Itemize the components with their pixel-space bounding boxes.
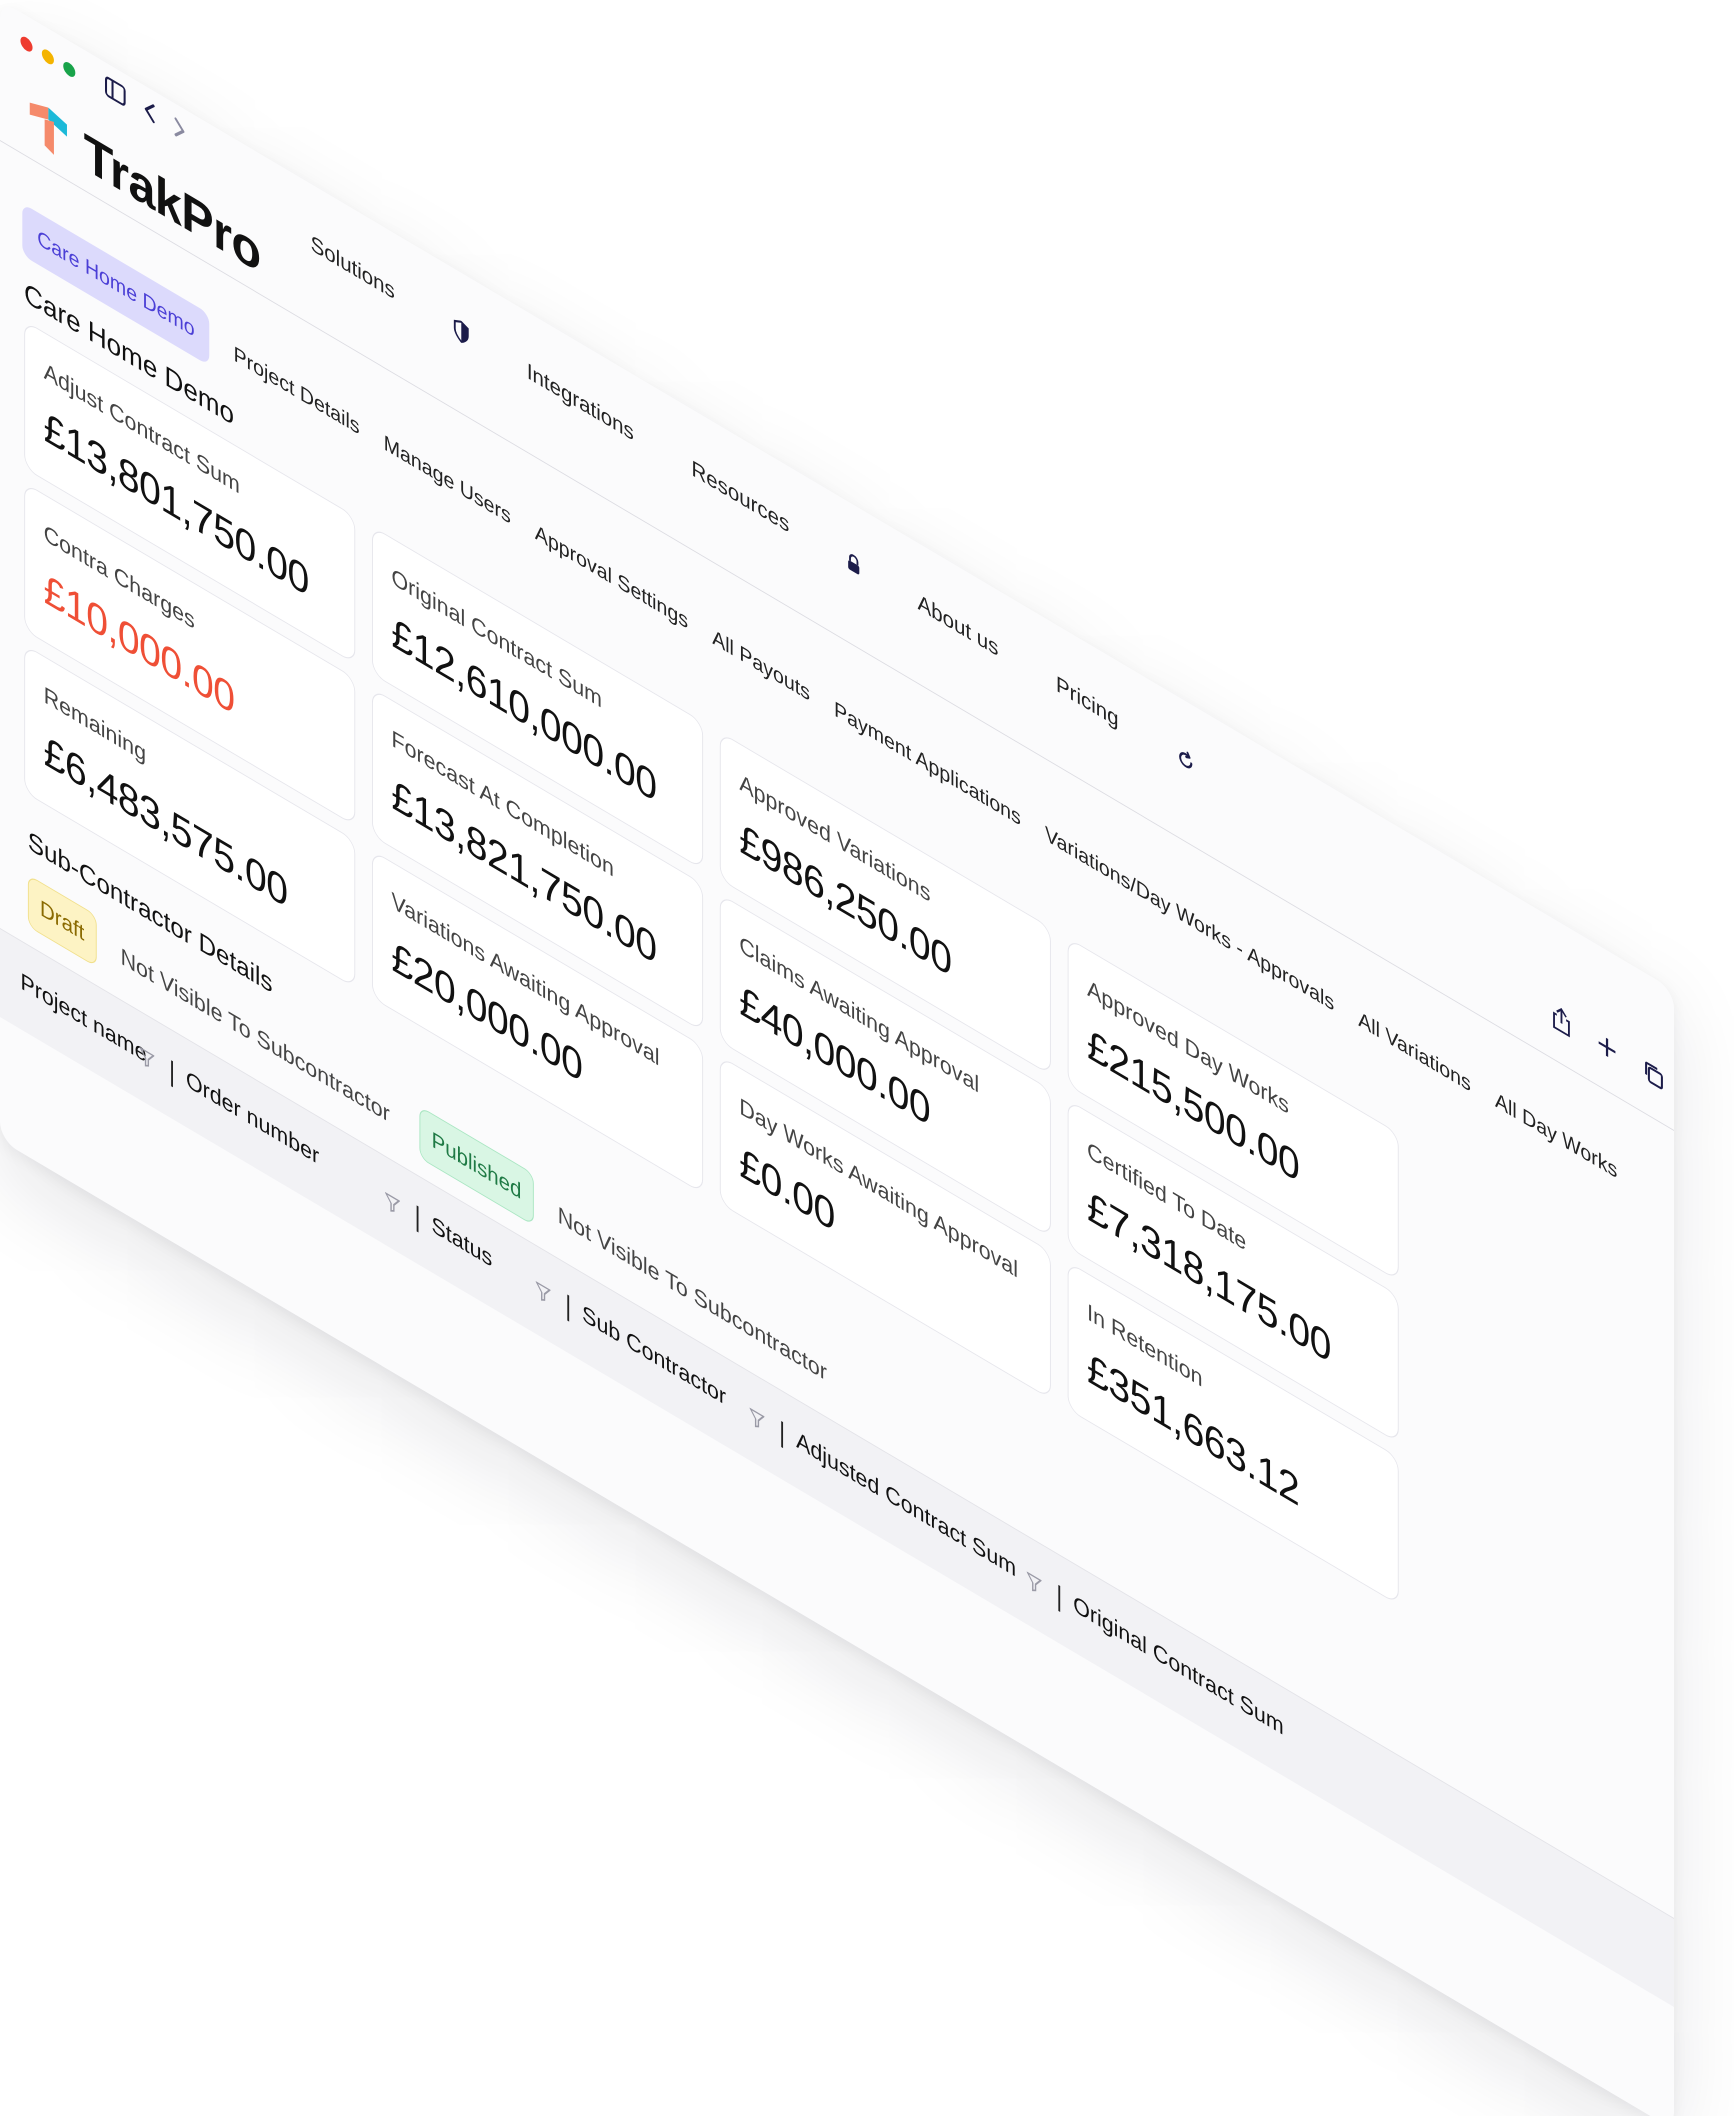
back-icon[interactable] xyxy=(143,97,156,127)
tab-all-day-works[interactable]: All Day Works xyxy=(1495,1088,1617,1184)
filter-icon[interactable] xyxy=(385,1191,400,1218)
column-original-contract-sum[interactable]: Original Contract Sum xyxy=(1073,1590,1283,1741)
column-divider[interactable] xyxy=(781,1421,784,1449)
column-controls xyxy=(535,1276,570,1322)
refresh-icon[interactable] xyxy=(1176,745,1195,776)
nav-integrations[interactable]: Integrations xyxy=(527,358,634,447)
column-controls xyxy=(749,1402,784,1449)
tab-manage-users[interactable]: Manage Users xyxy=(384,431,511,530)
nav-about-us[interactable]: About us xyxy=(918,589,999,663)
filter-icon[interactable] xyxy=(535,1280,551,1307)
minimize-window-button[interactable] xyxy=(41,46,54,67)
filter-icon[interactable] xyxy=(749,1406,765,1433)
sidebar-toggle-icon[interactable] xyxy=(104,74,126,109)
plus-icon[interactable] xyxy=(1596,1029,1618,1066)
copy-icon[interactable] xyxy=(1642,1056,1664,1093)
browser-nav xyxy=(104,74,186,144)
forward-icon[interactable] xyxy=(173,114,186,144)
tab-project-details[interactable]: Project Details xyxy=(234,342,360,440)
tab-all-variations[interactable]: All Variations xyxy=(1358,1007,1471,1098)
toolbar-right xyxy=(1551,1001,1664,1094)
column-status[interactable]: Status xyxy=(432,1210,493,1273)
nav-pricing[interactable]: Pricing xyxy=(1056,671,1119,734)
column-controls xyxy=(1026,1566,1061,1612)
tab-approval-settings[interactable]: Approval Settings xyxy=(535,520,688,635)
column-divider[interactable] xyxy=(1058,1584,1061,1612)
maximize-window-button[interactable] xyxy=(63,59,76,80)
column-adjusted-contract-sum[interactable]: Adjusted Contract Sum xyxy=(796,1426,1016,1583)
column-controls xyxy=(139,1042,173,1088)
shield-icon[interactable] xyxy=(452,316,469,348)
tab-all-payouts[interactable]: All Payouts xyxy=(712,625,810,707)
column-divider[interactable] xyxy=(567,1294,570,1322)
column-divider[interactable] xyxy=(416,1205,419,1233)
close-window-button[interactable] xyxy=(20,34,33,55)
column-divider[interactable] xyxy=(171,1060,173,1088)
filter-icon[interactable] xyxy=(139,1046,155,1073)
share-icon[interactable] xyxy=(1551,1001,1571,1039)
trakpro-logo-icon xyxy=(29,102,67,155)
filter-icon[interactable] xyxy=(1026,1570,1042,1597)
nav-solutions[interactable]: Solutions xyxy=(311,230,395,306)
nav-resources[interactable]: Resources xyxy=(691,455,789,539)
window-controls xyxy=(20,34,76,80)
browser-window: TrakPro Solutions Integrations Resources… xyxy=(0,0,1674,2116)
column-controls xyxy=(385,1187,419,1233)
stage: TrakPro Solutions Integrations Resources… xyxy=(0,0,1734,2116)
lock-icon[interactable] xyxy=(847,551,860,577)
